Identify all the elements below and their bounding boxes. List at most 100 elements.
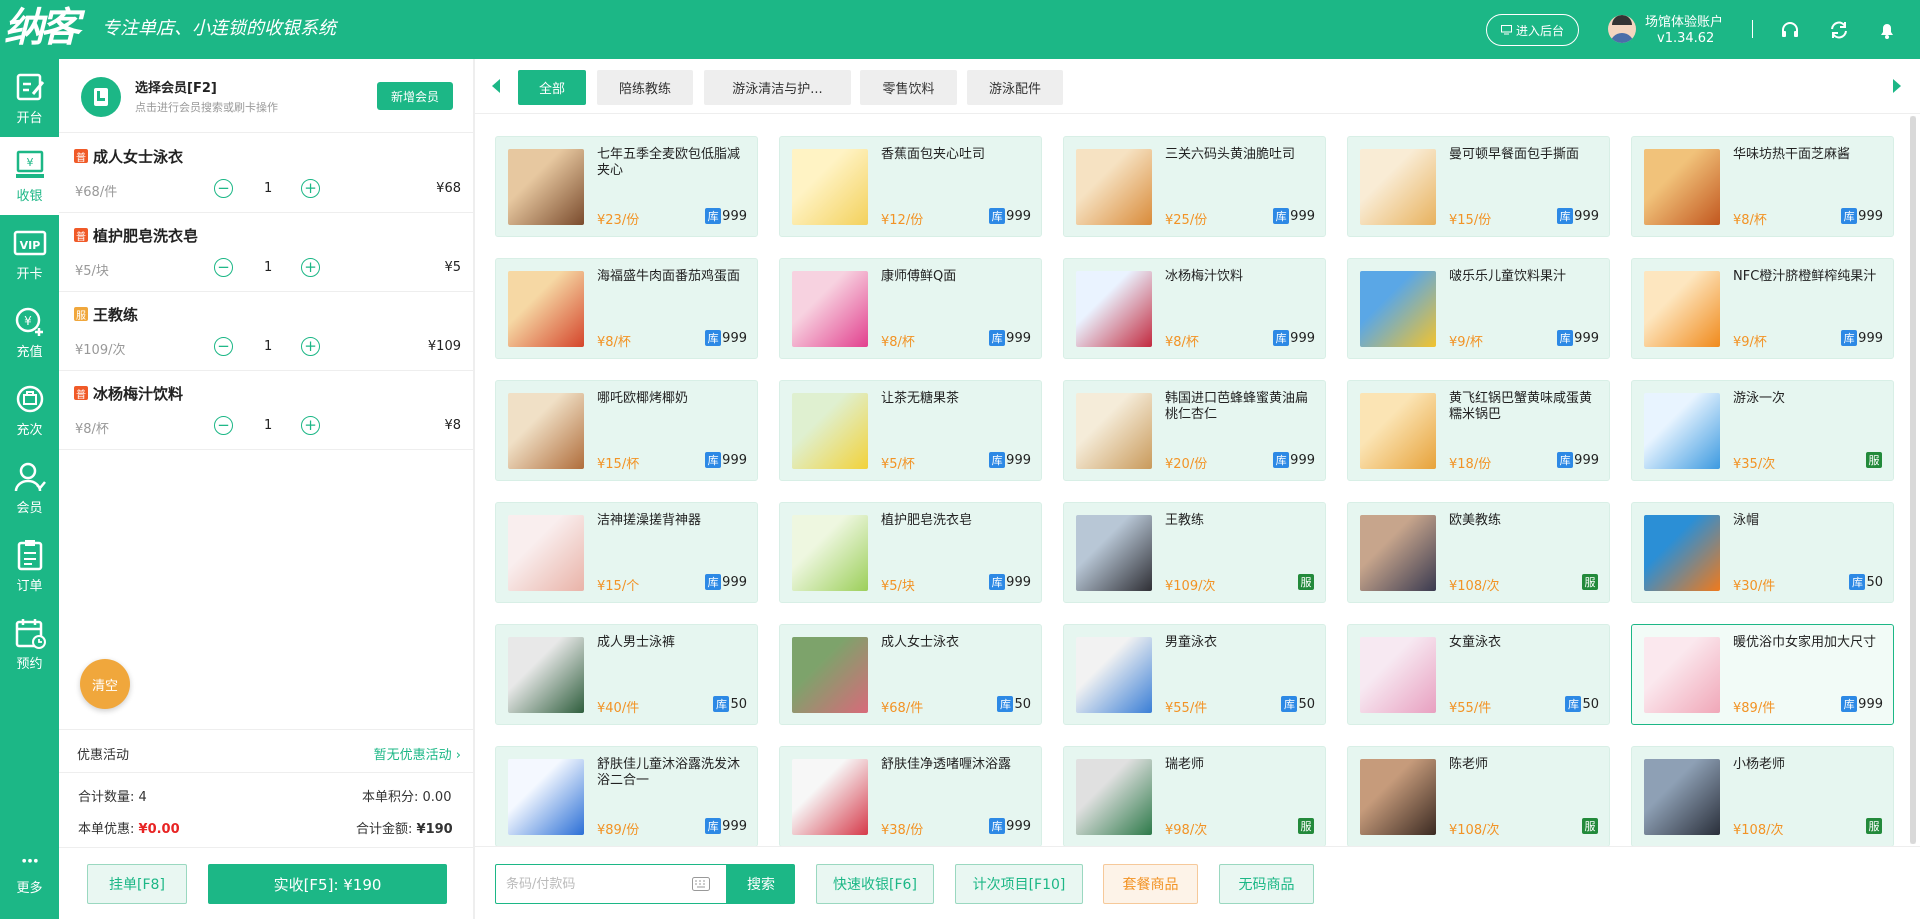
member-select-title[interactable]: 选择会员[F2]	[135, 77, 217, 96]
product-card[interactable]: 泳帽 ¥30/件 库 50	[1631, 502, 1894, 603]
bell-icon[interactable]	[1877, 20, 1897, 40]
product-card[interactable]: 成人女士泳衣 ¥68/件 库 50	[779, 624, 1042, 725]
product-image	[1076, 515, 1152, 591]
nav-recharge[interactable]: ¥ 充值	[0, 293, 59, 371]
product-price: ¥5/杯	[881, 457, 915, 472]
category-next-icon[interactable]	[1893, 79, 1901, 93]
product-card[interactable]: 女童泳衣 ¥55/件 库 50	[1347, 624, 1610, 725]
stock-count: 999	[1006, 818, 1031, 834]
side-nav: 开台 ¥ 收银 VIP 开卡 ¥ 充值 充次 会员 订单 预约 更多	[0, 59, 59, 919]
product-card[interactable]: 植护肥皂洗衣皂 ¥5/块 库 999	[779, 502, 1042, 603]
member-selector[interactable]: 选择会员[F2] 点击进行会员搜索或刷卡操作 新增会员	[59, 59, 473, 133]
tab-coach[interactable]: 陪练教练	[597, 70, 693, 105]
barcode-input[interactable]	[506, 873, 676, 895]
sync-icon[interactable]	[1829, 20, 1849, 40]
new-member-button[interactable]: 新增会员	[377, 82, 453, 110]
barcode-search-box[interactable]	[495, 864, 727, 904]
keyboard-icon[interactable]	[692, 877, 710, 891]
increase-qty-button[interactable]: +	[301, 337, 320, 356]
product-card[interactable]: 让茶无糖果茶 ¥5/杯 库 999	[779, 380, 1042, 481]
enter-backend-button[interactable]: 进入后台	[1486, 14, 1579, 46]
nav-appointment[interactable]: 预约	[0, 605, 59, 683]
grid-scrollbar[interactable]	[1910, 116, 1916, 844]
no-barcode-goods-button[interactable]: 无码商品	[1219, 864, 1314, 904]
member-select-hint: 点击进行会员搜索或刷卡操作	[135, 101, 278, 114]
product-card[interactable]: 欧美教练 ¥108/次 服	[1347, 502, 1610, 603]
nav-cashier[interactable]: ¥ 收银	[0, 137, 59, 215]
stock-tag: 库	[989, 330, 1006, 346]
stock-count: 999	[1858, 208, 1883, 224]
search-button[interactable]: 搜索	[727, 864, 795, 904]
product-card[interactable]: 舒肤佳儿童沐浴露洗发沐浴二合一 ¥89/份 库 999	[495, 746, 758, 847]
checkout-button[interactable]: 实收[F5]: ¥190	[208, 864, 447, 904]
product-card[interactable]: 华味坊热干面芝麻酱 ¥8/杯 库 999	[1631, 136, 1894, 237]
cart-item-qty[interactable]: 1	[264, 339, 272, 354]
nav-open-card[interactable]: VIP 开卡	[0, 215, 59, 293]
product-card[interactable]: 洁神搓澡搓背神器 ¥15/个 库 999	[495, 502, 758, 603]
cart-item[interactable]: 普 植护肥皂洗衣皂 ¥5/块 − 1 + ¥5	[59, 213, 473, 292]
headset-icon[interactable]	[1780, 20, 1800, 40]
product-card[interactable]: 冰杨梅汁饮料 ¥8/杯 库 999	[1063, 258, 1326, 359]
product-card[interactable]: 小杨老师 ¥108/次 服	[1631, 746, 1894, 847]
clear-cart-button[interactable]: 清空	[80, 659, 130, 709]
stock-tag: 库	[989, 452, 1006, 468]
product-card[interactable]: 男童泳衣 ¥55/件 库 50	[1063, 624, 1326, 725]
decrease-qty-button[interactable]: −	[214, 179, 233, 198]
product-image	[792, 271, 868, 347]
product-card[interactable]: 游泳一次 ¥35/次 服	[1631, 380, 1894, 481]
cart-item[interactable]: 普 冰杨梅汁饮料 ¥8/杯 − 1 + ¥8	[59, 371, 473, 450]
tab-retail-drinks[interactable]: 零售饮料	[860, 70, 957, 105]
product-card[interactable]: 七年五季全麦欧包低脂减夹心 ¥23/份 库 999	[495, 136, 758, 237]
product-card[interactable]: 暖优浴巾女家用加大尺寸 ¥89/件 库 999	[1631, 624, 1894, 725]
cart-item[interactable]: 服 王教练 ¥109/次 − 1 + ¥109	[59, 292, 473, 371]
product-card[interactable]: 黄飞红锅巴蟹黄味咸蛋黄糯米锅巴 ¥18/份 库 999	[1347, 380, 1610, 481]
times-items-button[interactable]: 计次项目[F10]	[955, 864, 1083, 904]
stock-tag: 库	[1557, 452, 1574, 468]
cart-item-qty[interactable]: 1	[264, 418, 272, 433]
package-goods-button[interactable]: 套餐商品	[1103, 864, 1198, 904]
product-card[interactable]: 香蕉面包夹心吐司 ¥12/份 库 999	[779, 136, 1042, 237]
category-prev-icon[interactable]	[492, 79, 500, 93]
product-card[interactable]: 成人男士泳裤 ¥40/件 库 50	[495, 624, 758, 725]
product-card[interactable]: 三关六码头黄油脆吐司 ¥25/份 库 999	[1063, 136, 1326, 237]
stock-tag: 库	[1557, 330, 1574, 346]
product-card[interactable]: 哪吒欧椰烤椰奶 ¥15/杯 库 999	[495, 380, 758, 481]
product-card[interactable]: 舒肤佳净透啫喱沐浴露 ¥38/份 库 999	[779, 746, 1042, 847]
nav-open-table[interactable]: 开台	[0, 59, 59, 137]
product-card[interactable]: 韩国进口芭蜂蜂蜜黄油扁桃仁杏仁 ¥20/份 库 999	[1063, 380, 1326, 481]
nav-more[interactable]: 更多	[0, 837, 59, 915]
product-card[interactable]: 王教练 ¥109/次 服	[1063, 502, 1326, 603]
tab-swim-accessories[interactable]: 游泳配件	[967, 70, 1063, 105]
tab-swim-cleaning[interactable]: 游泳清洁与护...	[704, 70, 851, 105]
product-card[interactable]: 瑞老师 ¥98/次 服	[1063, 746, 1326, 847]
nav-order[interactable]: 订单	[0, 527, 59, 605]
decrease-qty-button[interactable]: −	[214, 337, 233, 356]
product-card[interactable]: 海福盛牛肉面番茄鸡蛋面 ¥8/杯 库 999	[495, 258, 758, 359]
decrease-qty-button[interactable]: −	[214, 258, 233, 277]
cart-item[interactable]: 普 成人女士泳衣 ¥68/件 − 1 + ¥68	[59, 134, 473, 213]
increase-qty-button[interactable]: +	[301, 258, 320, 277]
product-card[interactable]: 啵乐乐儿童饮料果汁 ¥9/杯 库 999	[1347, 258, 1610, 359]
promo-value[interactable]: 暂无优惠活动 ›	[374, 744, 461, 763]
product-card[interactable]: NFC橙汁脐橙鲜榨纯果汁 ¥9/杯 库 999	[1631, 258, 1894, 359]
increase-qty-button[interactable]: +	[301, 179, 320, 198]
product-image	[1360, 393, 1436, 469]
product-card[interactable]: 康师傅鲜Q面 ¥8/杯 库 999	[779, 258, 1042, 359]
grid-scrollbar-thumb[interactable]	[1910, 116, 1916, 844]
tab-all[interactable]: 全部	[518, 70, 586, 105]
account-name[interactable]: 场馆体验账户	[1645, 11, 1723, 30]
product-stock: 库 999	[989, 574, 1031, 590]
decrease-qty-button[interactable]: −	[214, 416, 233, 435]
account-avatar[interactable]	[1608, 15, 1636, 43]
cart-item-qty[interactable]: 1	[264, 260, 272, 275]
nav-recharge-times[interactable]: 充次	[0, 371, 59, 449]
product-card[interactable]: 曼可顿早餐面包手撕面 ¥15/份 库 999	[1347, 136, 1610, 237]
promo-row[interactable]: 优惠活动 暂无优惠活动 ›	[59, 729, 473, 773]
hang-order-button[interactable]: 挂单[F8]	[87, 864, 187, 904]
quick-checkout-button[interactable]: 快速收银[F6]	[816, 864, 934, 904]
product-card[interactable]: 陈老师 ¥108/次 服	[1347, 746, 1610, 847]
cart-item-qty[interactable]: 1	[264, 181, 272, 196]
increase-qty-button[interactable]: +	[301, 416, 320, 435]
product-price: ¥109/次	[1165, 579, 1216, 594]
nav-member[interactable]: 会员	[0, 449, 59, 527]
